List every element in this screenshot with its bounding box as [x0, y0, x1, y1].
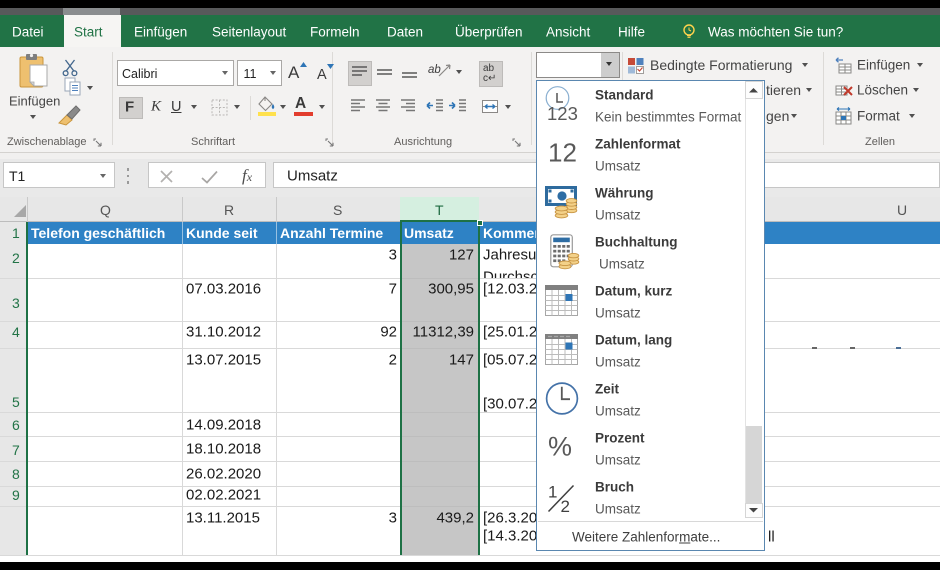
svg-text:1: 1 — [548, 483, 557, 502]
svg-text:2: 2 — [561, 497, 570, 516]
